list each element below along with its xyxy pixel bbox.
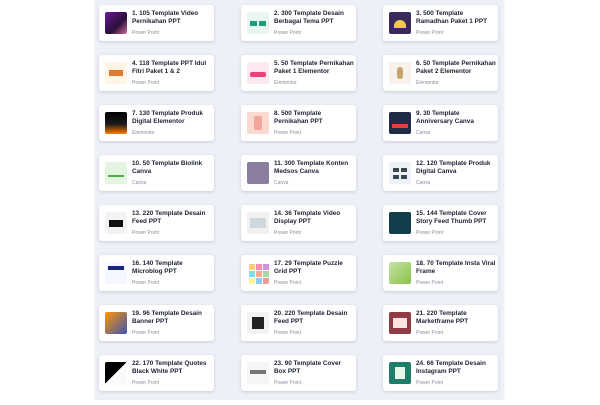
product-title: 10. 50 Template Biolink Canva [132,160,203,175]
product-title: 14. 36 Template Video Display PPT [274,210,341,225]
wedding-elementor-thumbnail [247,62,269,84]
product-title: 1. 105 Template Video Pernikahan PPT [132,10,199,25]
product-card[interactable]: 4. 118 Template PPT Idul Fitri Paket 1 &… [99,55,214,91]
product-card[interactable]: 22. 170 Template Quotes Black White PPT … [99,355,214,391]
product-card[interactable]: 16. 140 Template Microblog PPT Power Poi… [99,255,214,291]
marketframe-thumbnail [389,312,411,334]
product-card[interactable]: 24. 66 Template Desain Instagram PPT Pow… [383,355,498,391]
product-category: Power Point [416,330,443,336]
biolink-thumbnail [105,162,127,184]
product-category: Power Point [274,280,301,286]
anniversary-thumbnail [389,112,411,134]
product-card[interactable]: 17. 29 Template Puzzle Grid PPT Power Po… [241,255,356,291]
wedding-elementor-2-thumbnail [389,62,411,84]
product-card[interactable]: 5. 50 Template Pernikahan Paket 1 Elemen… [241,55,356,91]
product-card[interactable]: 14. 36 Template Video Display PPT Power … [241,205,356,241]
product-category: Power Point [274,380,301,386]
feed-design-thumbnail [105,212,127,234]
banner-thumbnail [105,312,127,334]
product-title: 17. 29 Template Puzzle Grid PPT [274,260,343,275]
product-card[interactable]: 1. 105 Template Video Pernikahan PPT Pow… [99,5,214,41]
quotes-thumbnail [105,362,127,384]
product-title: 2. 300 Template Desain Berbagai Tema PPT [274,10,344,25]
product-category: Canva [416,180,431,186]
product-card[interactable]: 11. 300 Template Konten Medsos Canva Can… [241,155,356,191]
product-title: 4. 118 Template PPT Idul Fitri Paket 1 &… [132,60,207,75]
product-card[interactable]: 7. 130 Template Produk Digital Elementor… [99,105,214,141]
product-category: Power Point [274,30,301,36]
product-card[interactable]: 19. 96 Template Desain Banner PPT Power … [99,305,214,341]
product-title: 11. 300 Template Konten Medsos Canva [274,160,349,175]
product-card[interactable]: 20. 220 Template Desain Feed PPT Power P… [241,305,356,341]
product-card[interactable]: 6. 50 Template Pernikahan Paket 2 Elemen… [383,55,498,91]
product-title: 13. 220 Template Desain Feed PPT [132,210,206,225]
product-title: 18. 70 Template Insta Viral Frame [416,260,496,275]
video-display-thumbnail [247,212,269,234]
product-grid: 1. 105 Template Video Pernikahan PPT Pow… [99,5,499,405]
product-category: Power Point [132,230,159,236]
product-category: Power Point [132,80,159,86]
product-card[interactable]: 15. 144 Template Cover Story Feed Thumb … [383,205,498,241]
product-category: Canva [416,130,431,136]
product-title: 22. 170 Template Quotes Black White PPT [132,360,207,375]
product-card[interactable]: 9. 30 Template Anniversary Canva Canva [383,105,498,141]
wedding-ppt-thumbnail [247,112,269,134]
product-category: Power Point [132,280,159,286]
feed-design-2-thumbnail [247,312,269,334]
product-card[interactable]: 23. 90 Template Cover Box PPT Power Poin… [241,355,356,391]
product-card[interactable]: 10. 50 Template Biolink Canva Canva [99,155,214,191]
insta-frame-thumbnail [389,262,411,284]
product-title: 9. 30 Template Anniversary Canva [416,110,474,125]
product-category: Elementor [274,80,297,86]
product-category: Power Point [416,30,443,36]
instagram-thumbnail [389,362,411,384]
multi-theme-thumbnail [247,12,269,34]
puzzle-grid-thumbnail [247,262,269,284]
product-title: 8. 500 Template Pernikahan PPT [274,110,323,125]
product-category: Canva [274,180,289,186]
product-category: Elementor [132,130,155,136]
product-card[interactable]: 8. 500 Template Pernikahan PPT Power Poi… [241,105,356,141]
microblog-thumbnail [105,262,127,284]
product-title: 16. 140 Template Microblog PPT [132,260,183,275]
digital-product-canva-thumbnail [389,162,411,184]
social-media-thumbnail [247,162,269,184]
product-title: 21. 220 Template Marketframe PPT [416,310,469,325]
product-title: 23. 90 Template Cover Box PPT [274,360,342,375]
product-category: Power Point [274,130,301,136]
product-title: 20. 220 Template Desain Feed PPT [274,310,348,325]
product-category: Power Point [132,30,159,36]
product-category: Power Point [416,380,443,386]
product-category: Power Point [132,330,159,336]
product-title: 7. 130 Template Produk Digital Elementor [132,110,203,125]
digital-product-thumbnail [105,112,127,134]
product-card[interactable]: 21. 220 Template Marketframe PPT Power P… [383,305,498,341]
product-title: 3. 500 Template Ramadhan Paket 1 PPT [416,10,488,25]
product-title: 19. 96 Template Desain Banner PPT [132,310,202,325]
product-card[interactable]: 13. 220 Template Desain Feed PPT Power P… [99,205,214,241]
product-card[interactable]: 12. 120 Template Produk Digital Canva Ca… [383,155,498,191]
cover-box-thumbnail [247,362,269,384]
product-card[interactable]: 18. 70 Template Insta Viral Frame Power … [383,255,498,291]
cover-story-thumbnail [389,212,411,234]
product-category: Power Point [416,230,443,236]
product-title: 24. 66 Template Desain Instagram PPT [416,360,486,375]
video-wedding-thumbnail [105,12,127,34]
product-category: Power Point [274,330,301,336]
idul-fitri-thumbnail [105,62,127,84]
product-title: 15. 144 Template Cover Story Feed Thumb … [416,210,487,225]
product-category: Elementor [416,80,439,86]
product-category: Power Point [132,380,159,386]
product-card[interactable]: 3. 500 Template Ramadhan Paket 1 PPT Pow… [383,5,498,41]
product-category: Power Point [274,230,301,236]
product-title: 12. 120 Template Produk Digital Canva [416,160,491,175]
ramadhan-thumbnail [389,12,411,34]
product-category: Canva [132,180,147,186]
product-category: Power Point [416,280,443,286]
product-card[interactable]: 2. 300 Template Desain Berbagai Tema PPT… [241,5,356,41]
product-title: 6. 50 Template Pernikahan Paket 2 Elemen… [416,60,496,75]
product-title: 5. 50 Template Pernikahan Paket 1 Elemen… [274,60,354,75]
